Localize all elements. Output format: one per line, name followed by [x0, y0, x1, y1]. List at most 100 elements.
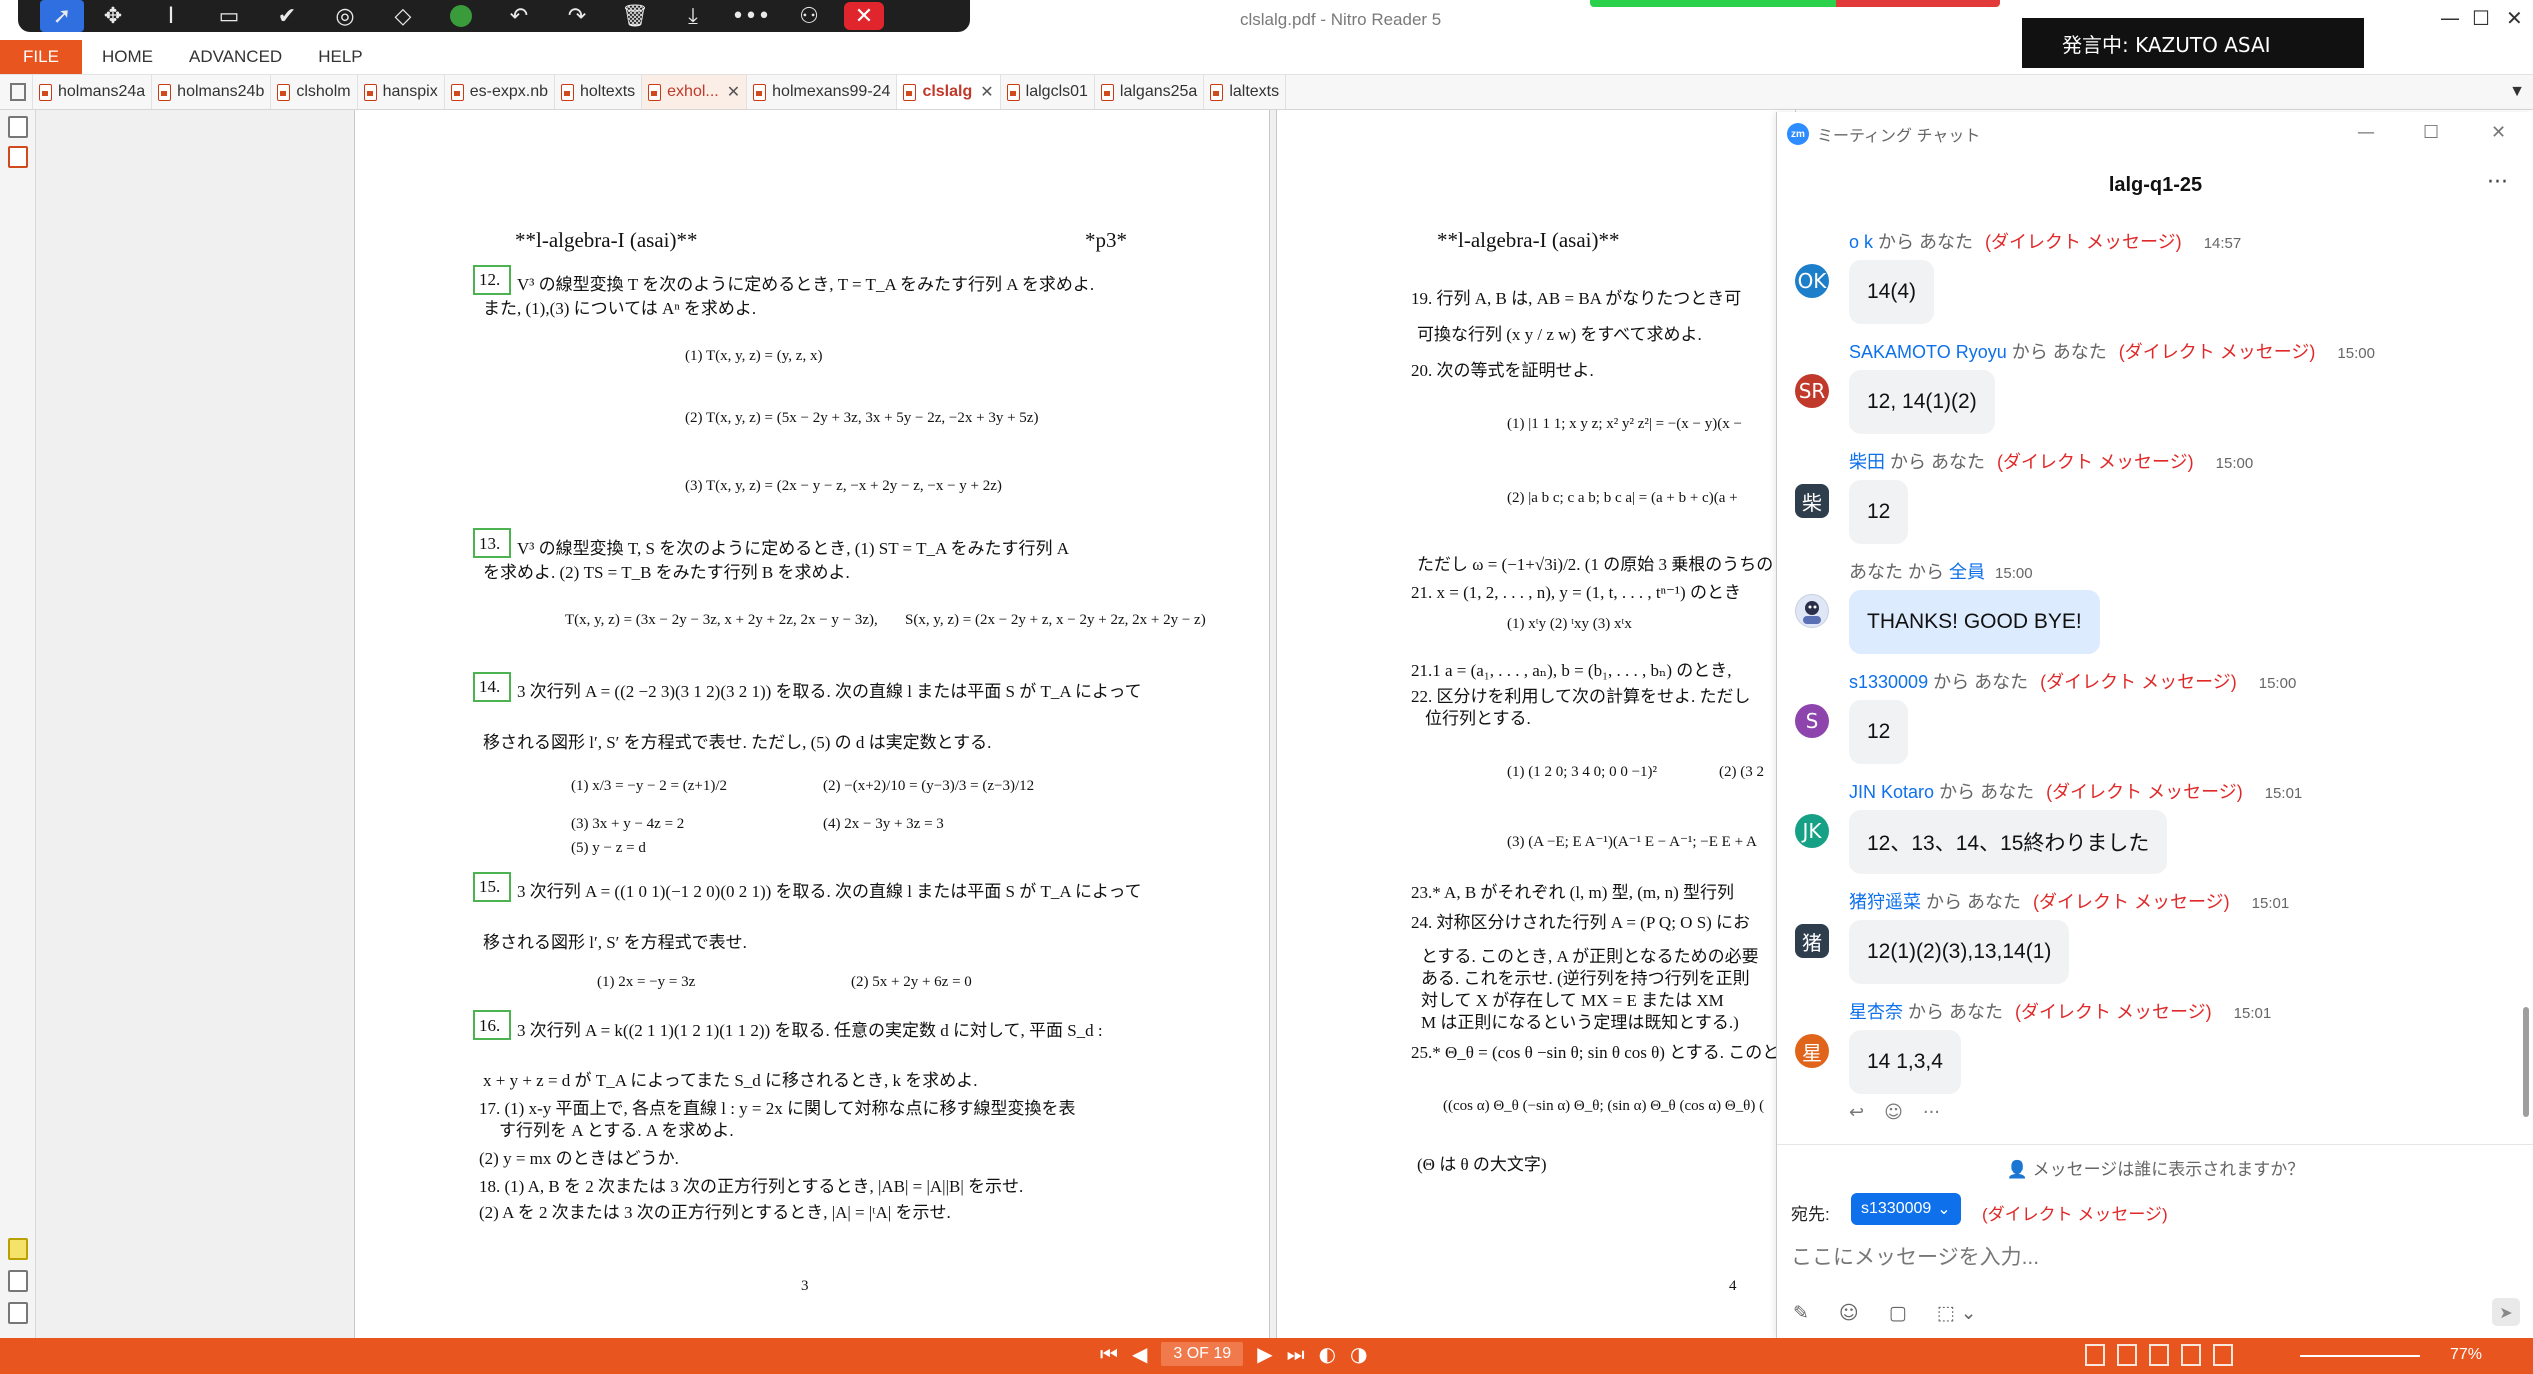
recipient-dropdown[interactable]: s1330009 ⌄: [1851, 1193, 1961, 1225]
last-page-icon[interactable]: ⏭: [1287, 1342, 1305, 1366]
back-icon[interactable]: ◐: [1319, 1342, 1336, 1366]
pointer-icon[interactable]: ➚: [40, 0, 84, 32]
bookmarks-icon[interactable]: [8, 146, 28, 168]
format-icon[interactable]: ✎: [1793, 1302, 1809, 1324]
comments-icon[interactable]: [8, 1238, 28, 1260]
tab-lalgans25a[interactable]: lalgans25a: [1095, 75, 1205, 109]
trash-icon[interactable]: 🗑: [606, 0, 664, 32]
chat-title-bar: zm ミーティング チャット: [1777, 112, 2533, 156]
emoji-icon[interactable]: ☺: [1839, 1302, 1859, 1324]
share-icon[interactable]: ⚇: [780, 0, 838, 32]
user-avatar-icon: [1803, 601, 1821, 624]
text-icon[interactable]: I: [142, 0, 200, 32]
next-page-icon[interactable]: ▶: [1257, 1342, 1272, 1366]
send-icon[interactable]: ➤: [2492, 1298, 2520, 1326]
menu-help[interactable]: HELP: [300, 47, 380, 67]
tab-hanspix[interactable]: hanspix: [358, 75, 445, 109]
message-bubble[interactable]: THANKS! GOOD BYE!: [1849, 590, 2100, 654]
eraser-icon[interactable]: ◇: [374, 0, 432, 32]
pdf-icon: [1006, 83, 1020, 101]
message-input[interactable]: [1791, 1240, 2511, 1276]
minimize-icon[interactable]: —: [2357, 122, 2375, 143]
redo-icon[interactable]: ↷: [548, 0, 606, 32]
first-page-icon[interactable]: ⏮: [1100, 1342, 1118, 1366]
question-text: V³ の線型変換 T を次のように定めるとき, T = T_A をみたす行列 A…: [517, 275, 1095, 294]
chat-scrollbar[interactable]: [2523, 1007, 2529, 1117]
move-icon[interactable]: ✥: [84, 0, 142, 32]
question-text: (2) y = mx のときはどうか.: [479, 1149, 679, 1168]
sender-name[interactable]: 星杏奈: [1849, 1002, 1903, 1022]
message-bubble[interactable]: 12: [1849, 480, 1909, 544]
maximize-icon[interactable]: ☐: [2472, 6, 2490, 30]
sender-name[interactable]: SAKAMOTO Ryoyu: [1849, 342, 2007, 362]
facing-continuous-icon[interactable]: [2181, 1344, 2201, 1366]
question-text: 20. 次の等式を証明せよ.: [1411, 361, 1594, 380]
message-bubble[interactable]: 14(4): [1849, 260, 1935, 324]
previous-page-icon[interactable]: ◀: [1132, 1342, 1147, 1366]
thumbnails-icon[interactable]: [8, 116, 28, 138]
tab-clslalg[interactable]: clslalg ✕: [897, 75, 1001, 109]
chevron-down-icon[interactable]: ▼: [2509, 83, 2525, 101]
tab-exhol[interactable]: exhol... ✕: [642, 75, 748, 109]
continuous-icon[interactable]: [2117, 1344, 2137, 1366]
tab-holtexts[interactable]: holtexts: [555, 75, 643, 109]
screenshot-icon[interactable]: ⬚ ⌄: [1937, 1302, 1977, 1324]
close-window-icon[interactable]: ✕: [2506, 6, 2523, 30]
close-icon[interactable]: ✕: [2491, 122, 2506, 143]
tab-holmexans99-24[interactable]: holmexans99-24: [747, 75, 898, 109]
maximize-icon[interactable]: ☐: [2423, 122, 2439, 143]
zoom-slider[interactable]: [2300, 1355, 2420, 1357]
tab-lalgcls01[interactable]: lalgcls01: [1001, 75, 1095, 109]
check-icon[interactable]: ✔: [258, 0, 316, 32]
tab-holmans24b[interactable]: holmans24b: [152, 75, 272, 109]
more-icon[interactable]: ···: [1923, 1102, 1940, 1123]
visibility-note[interactable]: 👤 メッセージは誰に表示されますか？: [1777, 1144, 2533, 1180]
question-number: 13.: [479, 534, 501, 553]
menu-home[interactable]: HOME: [82, 47, 171, 67]
menu-file[interactable]: FILE: [0, 40, 82, 74]
tab-close-icon[interactable]: ✕: [980, 82, 993, 102]
recipient-name[interactable]: 全員: [1949, 562, 1985, 582]
message-bubble[interactable]: 12、13、14、15終わりました: [1849, 810, 2168, 874]
document-viewport[interactable]: **l-algebra-I (asai)** *p3* 12. V³ の線型変換…: [36, 110, 1796, 1338]
sender-name[interactable]: 猪狩遥菜: [1849, 892, 1921, 912]
fit-page-icon[interactable]: [2213, 1344, 2233, 1366]
more-icon[interactable]: •••: [722, 0, 780, 32]
output-icon[interactable]: [8, 1302, 28, 1324]
rectangle-icon[interactable]: ▭: [200, 0, 258, 32]
close-icon[interactable]: ✕: [844, 2, 884, 30]
page-indicator[interactable]: 3 OF 19: [1161, 1342, 1244, 1366]
undo-icon[interactable]: ↶: [490, 0, 548, 32]
minimize-icon[interactable]: —: [2440, 6, 2460, 30]
message-bubble[interactable]: 12: [1849, 700, 1909, 764]
color-dot-icon[interactable]: [432, 0, 490, 32]
message-meta: 柴田 から あなた (ダイレクト メッセージ) 15:00: [1849, 452, 2254, 472]
tab-clsholm[interactable]: clsholm: [271, 75, 358, 109]
sender-name[interactable]: o k: [1849, 232, 1873, 252]
attachments-icon[interactable]: [8, 1270, 28, 1292]
menu-advanced[interactable]: ADVANCED: [171, 47, 300, 67]
stamp-icon[interactable]: ◎: [316, 0, 374, 32]
question-number: 12.: [479, 270, 501, 289]
tab-close-icon[interactable]: ✕: [727, 82, 740, 102]
reply-icon[interactable]: ↩: [1849, 1102, 1864, 1123]
message-bubble[interactable]: 12(1)(2)(3),13,14(1): [1849, 920, 2070, 984]
forward-icon[interactable]: ◑: [1350, 1342, 1367, 1366]
facing-icon[interactable]: [2149, 1344, 2169, 1366]
tab-icon-list[interactable]: [4, 75, 33, 109]
tab-holmans24a[interactable]: holmans24a: [33, 75, 153, 109]
pdf-icon: [561, 83, 574, 101]
question-text: 位行列とする.: [1425, 709, 1531, 728]
tab-laltexts[interactable]: laltexts: [1204, 75, 1287, 109]
file-icon[interactable]: ▢: [1889, 1302, 1907, 1324]
sender-name[interactable]: JIN Kotaro: [1849, 782, 1934, 802]
sender-name[interactable]: 柴田: [1849, 452, 1885, 472]
message-bubble[interactable]: 14 1,3,4: [1849, 1030, 1961, 1094]
sender-name[interactable]: s1330009: [1849, 672, 1928, 692]
emoji-reaction-icon[interactable]: ☺: [1884, 1102, 1903, 1123]
save-icon[interactable]: ⤓: [664, 0, 722, 32]
more-options-icon[interactable]: ···: [2487, 170, 2508, 195]
single-page-icon[interactable]: [2085, 1344, 2105, 1366]
message-bubble[interactable]: 12, 14(1)(2): [1849, 370, 1995, 434]
tab-es-expx[interactable]: es-expx.nb: [445, 75, 555, 109]
